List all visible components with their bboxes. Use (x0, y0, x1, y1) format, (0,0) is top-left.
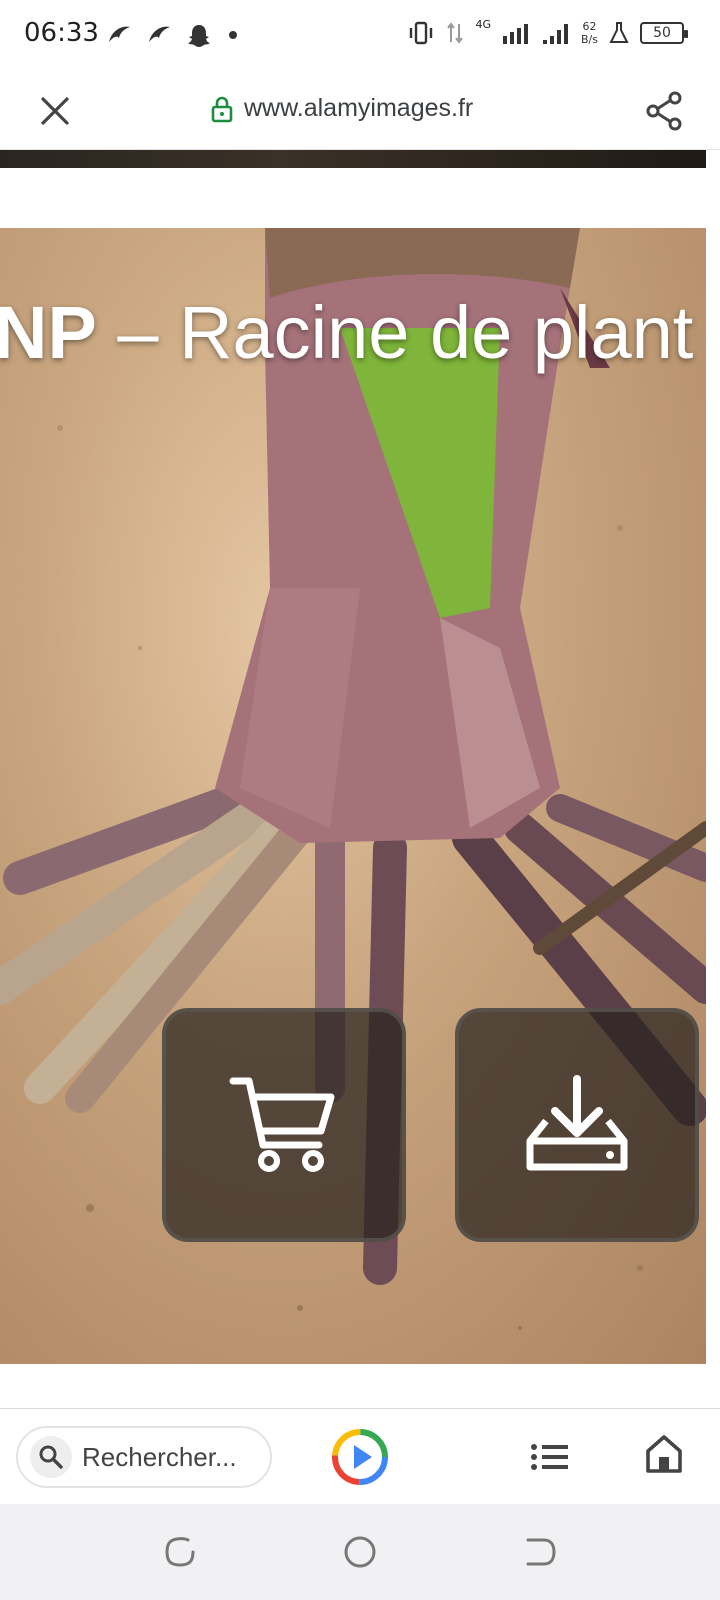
url-bar: www.alamyimages.fr (0, 72, 720, 150)
page-below-photo (0, 1364, 720, 1408)
url-text: www.alamyimages.fr (244, 94, 474, 122)
lock-icon (211, 96, 233, 122)
add-to-cart-button[interactable] (162, 1008, 406, 1242)
search-icon (39, 1445, 63, 1469)
page-header-strip (0, 150, 706, 168)
page-spacer (0, 168, 706, 228)
url-display[interactable]: www.alamyimages.fr (210, 94, 473, 123)
search-placeholder: Rechercher... (82, 1442, 237, 1472)
photo-title-bold: NP (0, 291, 97, 374)
download-button[interactable] (455, 1008, 699, 1242)
system-nav-bar (0, 1504, 720, 1600)
close-button[interactable] (36, 92, 74, 130)
notification-bird-icon (109, 26, 130, 42)
vibrate-icon (410, 21, 433, 45)
back-button[interactable] (522, 1534, 558, 1570)
recent-apps-icon (165, 1537, 195, 1567)
status-time: 06:33 (24, 18, 99, 48)
status-bar: 06:33 4G 62 B/s 50 (0, 0, 720, 72)
cart-icon (229, 1077, 335, 1172)
network-type: 4G (475, 17, 492, 31)
scroll-gutter (706, 150, 720, 1400)
status-right: 4G 62 B/s 50 (407, 17, 688, 46)
battery-indicator: 50 (640, 22, 688, 44)
net-speed-value: 62 (582, 20, 597, 33)
search-bar[interactable]: Rechercher... (16, 1426, 272, 1488)
data-transfer-icon (447, 22, 464, 44)
download-icon (526, 1075, 628, 1171)
home-button[interactable] (644, 1433, 684, 1475)
menu-list-icon (531, 1444, 568, 1470)
share-icon (646, 91, 682, 131)
home-icon (646, 1435, 682, 1473)
assistant-play-icon (332, 1429, 388, 1485)
net-speed: 62 B/s (581, 20, 598, 46)
notification-bird-icon (149, 26, 170, 42)
menu-button[interactable] (530, 1439, 570, 1475)
snapchat-ghost-icon (188, 25, 210, 47)
photo-title-rest: – Racine de plant (96, 291, 694, 374)
search-icon-wrap (30, 1436, 72, 1478)
circle-home-icon (344, 1536, 376, 1568)
bottom-toolbar: Rechercher... (0, 1408, 720, 1504)
photo-title: NP – Racine de plant (0, 290, 693, 375)
system-home-button[interactable] (342, 1534, 378, 1570)
signal-icon (503, 24, 529, 44)
share-button[interactable] (644, 90, 686, 132)
recent-apps-button[interactable] (162, 1534, 198, 1570)
notification-icons (106, 22, 240, 48)
back-icon (526, 1538, 556, 1566)
close-icon (41, 97, 69, 125)
signal-icon (543, 24, 569, 44)
dot-icon (229, 31, 237, 39)
flask-icon (609, 22, 629, 43)
assistant-button[interactable] (330, 1427, 390, 1487)
net-speed-unit: B/s (581, 33, 598, 46)
